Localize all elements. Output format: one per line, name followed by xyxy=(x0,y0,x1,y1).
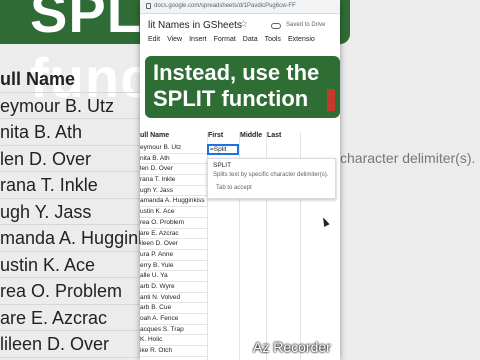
table-row[interactable]: ugh Y. Jass xyxy=(140,186,208,197)
document-title[interactable]: lit Names in GSheets xyxy=(148,20,242,31)
browser-address-bar[interactable]: docs.google.com/spreadsheets/d/1PavdicPu… xyxy=(140,0,340,14)
background-row: eymour B. Utz xyxy=(0,93,140,119)
suggestion-hint: Tab to accept xyxy=(216,185,252,191)
table-row[interactable]: arb D. Wyre xyxy=(140,282,208,293)
background-right-text: character delimiter(s). xyxy=(340,150,476,166)
background-row: manda A. Hugginki xyxy=(0,225,140,252)
menu-data[interactable]: Data xyxy=(243,36,258,48)
table-row[interactable]: rana T. Inkle xyxy=(140,175,208,186)
table-row[interactable]: erry B. Yule xyxy=(140,261,208,272)
caption-accent-block xyxy=(327,89,335,111)
background-row: lileen D. Over xyxy=(0,331,140,358)
table-row[interactable]: acques S. Trap xyxy=(140,325,208,336)
table-row[interactable]: len D. Over xyxy=(140,164,208,176)
header-full-name[interactable]: ull Name xyxy=(140,132,169,143)
table-row[interactable]: ike R. Otch xyxy=(140,346,208,357)
background-row: ustin K. Ace xyxy=(0,252,140,278)
table-row[interactable]: rea O. Problem xyxy=(140,218,208,229)
table-row[interactable]: alle U. Ya xyxy=(140,271,208,282)
menu-edit[interactable]: Edit xyxy=(148,36,160,48)
caption-line-2: SPLIT function xyxy=(153,86,309,111)
table-row[interactable]: nita B. Ath xyxy=(140,154,208,165)
menu-extensions[interactable]: Extensio xyxy=(288,36,315,48)
background-row: ull Name xyxy=(0,66,140,93)
suggestion-description: Splits text by specific character delimi… xyxy=(213,172,329,178)
lock-icon xyxy=(146,3,151,9)
table-row[interactable]: ura P. Anne xyxy=(140,250,208,261)
active-cell-editor[interactable]: =Split xyxy=(207,144,239,155)
table-row[interactable]: eymour B. Utz xyxy=(140,143,208,154)
caption-overlay: Instead, use the SPLIT function xyxy=(145,56,340,118)
menu-bar: Edit View Insert Format Data Tools Exten… xyxy=(148,36,315,48)
table-row[interactable]: K. Holic xyxy=(140,335,208,347)
table-row[interactable]: arb B. Cue xyxy=(140,303,208,314)
header-middle[interactable]: Middle xyxy=(240,132,262,143)
header-first[interactable]: First xyxy=(208,132,223,143)
background-row: rana T. Inkle xyxy=(0,172,140,199)
table-row[interactable]: amanda A. Hugginkiss xyxy=(140,196,208,208)
suggestion-function-name[interactable]: SPLIT xyxy=(213,162,231,169)
table-row[interactable]: oah A. Fence xyxy=(140,314,208,325)
saved-status: Saved to Drive xyxy=(286,22,326,28)
recorder-watermark: Az Recorder xyxy=(253,339,331,355)
star-icon[interactable]: ☆ xyxy=(239,19,248,30)
table-row[interactable]: ileen D. Over xyxy=(140,239,208,250)
menu-format[interactable]: Format xyxy=(214,36,236,48)
spreadsheet-grid: ull Name First Middle Last eymour B. Utz… xyxy=(140,132,340,360)
table-row[interactable]: anti N. Volved xyxy=(140,293,208,304)
url-text[interactable]: docs.google.com/spreadsheets/d/1PavdicPu… xyxy=(154,3,296,12)
document-header: lit Names in GSheets ☆ Saved to Drive xyxy=(140,14,340,36)
caption-line-1: Instead, use the xyxy=(153,60,320,85)
cloud-icon xyxy=(271,23,281,29)
menu-tools[interactable]: Tools xyxy=(265,36,281,48)
background-row: ugh Y. Jass xyxy=(0,199,140,225)
formula-autocomplete-popup[interactable]: SPLIT Splits text by specific character … xyxy=(207,158,336,227)
background-row: rea O. Problem xyxy=(0,278,140,305)
menu-view[interactable]: View xyxy=(167,36,182,48)
background-row: are E. Azcrac xyxy=(0,305,140,331)
header-last[interactable]: Last xyxy=(267,132,281,143)
background-name-list: ull Name eymour B. Utz nita B. Ath len D… xyxy=(0,66,140,358)
table-row[interactable]: are E. Azcrac xyxy=(140,229,208,240)
table-row[interactable]: ustin K. Ace xyxy=(140,207,208,218)
background-row: len D. Over xyxy=(0,146,140,172)
menu-insert[interactable]: Insert xyxy=(189,36,207,48)
background-row: nita B. Ath xyxy=(0,119,140,146)
